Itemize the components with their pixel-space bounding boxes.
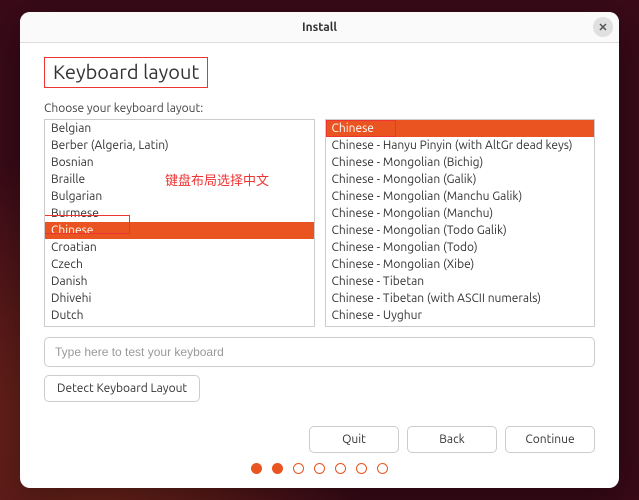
- layout-item[interactable]: Dhivehi: [45, 290, 314, 307]
- page-subheading: Choose your keyboard layout:: [44, 102, 595, 115]
- progress-dots: [44, 453, 595, 478]
- titlebar: Install ✕: [20, 12, 619, 43]
- detect-row: Detect Keyboard Layout: [44, 375, 595, 402]
- close-icon: ✕: [598, 21, 607, 34]
- layout-item[interactable]: Dzongkha: [45, 324, 314, 326]
- layout-item[interactable]: Dutch: [45, 307, 314, 324]
- variant-item[interactable]: Chinese - Mongolian (Galik): [326, 171, 595, 188]
- progress-dot: [356, 463, 367, 474]
- progress-dot: [314, 463, 325, 474]
- footer-buttons: Quit Back Continue: [44, 414, 595, 453]
- layout-list-left[interactable]: BelgianBerber (Algeria, Latin)BosnianBra…: [44, 119, 315, 327]
- close-button[interactable]: ✕: [593, 17, 613, 37]
- progress-dot: [293, 463, 304, 474]
- content-area: Keyboard layout Choose your keyboard lay…: [20, 43, 619, 488]
- quit-button[interactable]: Quit: [309, 426, 399, 453]
- progress-dot: [251, 463, 262, 474]
- layout-item[interactable]: Berber (Algeria, Latin): [45, 137, 314, 154]
- variant-item[interactable]: Chinese: [326, 120, 595, 137]
- variant-item[interactable]: Chinese - Mongolian (Manchu Galik): [326, 188, 595, 205]
- layout-item[interactable]: Croatian: [45, 239, 314, 256]
- progress-dot: [272, 463, 283, 474]
- layout-item[interactable]: Belgian: [45, 120, 314, 137]
- layout-item[interactable]: Bulgarian: [45, 188, 314, 205]
- page-heading: Keyboard layout: [44, 57, 595, 88]
- layout-item[interactable]: Czech: [45, 256, 314, 273]
- variant-item[interactable]: Chinese - Mongolian (Todo): [326, 239, 595, 256]
- test-keyboard-input[interactable]: [44, 337, 595, 367]
- layout-item[interactable]: Danish: [45, 273, 314, 290]
- layout-item[interactable]: Bosnian: [45, 154, 314, 171]
- test-keyboard-row: [44, 337, 595, 367]
- window-title: Install: [302, 21, 337, 34]
- continue-button[interactable]: Continue: [505, 426, 595, 453]
- variant-item[interactable]: Chinese - Mongolian (Manchu): [326, 205, 595, 222]
- back-button[interactable]: Back: [407, 426, 497, 453]
- variant-item[interactable]: Chinese - Tibetan: [326, 273, 595, 290]
- install-dialog: Install ✕ Keyboard layout Choose your ke…: [20, 12, 619, 488]
- variant-item[interactable]: Chinese - Mongolian (Xibe): [326, 256, 595, 273]
- variant-item[interactable]: Chinese - Hanyu Pinyin (with AltGr dead …: [326, 137, 595, 154]
- progress-dot: [377, 463, 388, 474]
- variant-item[interactable]: Chinese - Mongolian (Todo Galik): [326, 222, 595, 239]
- layout-item[interactable]: Chinese: [45, 222, 314, 239]
- heading-highlight: Keyboard layout: [44, 57, 208, 88]
- variant-item[interactable]: Chinese - Mongolian (Bichig): [326, 154, 595, 171]
- layout-item[interactable]: Burmese: [45, 205, 314, 222]
- detect-layout-button[interactable]: Detect Keyboard Layout: [44, 375, 200, 402]
- variant-item[interactable]: Chinese - Uyghur: [326, 307, 595, 324]
- variant-item[interactable]: Chinese - Tibetan (with ASCII numerals): [326, 290, 595, 307]
- progress-dot: [335, 463, 346, 474]
- layout-item[interactable]: Braille: [45, 171, 314, 188]
- layout-lists: BelgianBerber (Algeria, Latin)BosnianBra…: [44, 119, 595, 327]
- variant-list-right[interactable]: ChineseChinese - Hanyu Pinyin (with AltG…: [325, 119, 596, 327]
